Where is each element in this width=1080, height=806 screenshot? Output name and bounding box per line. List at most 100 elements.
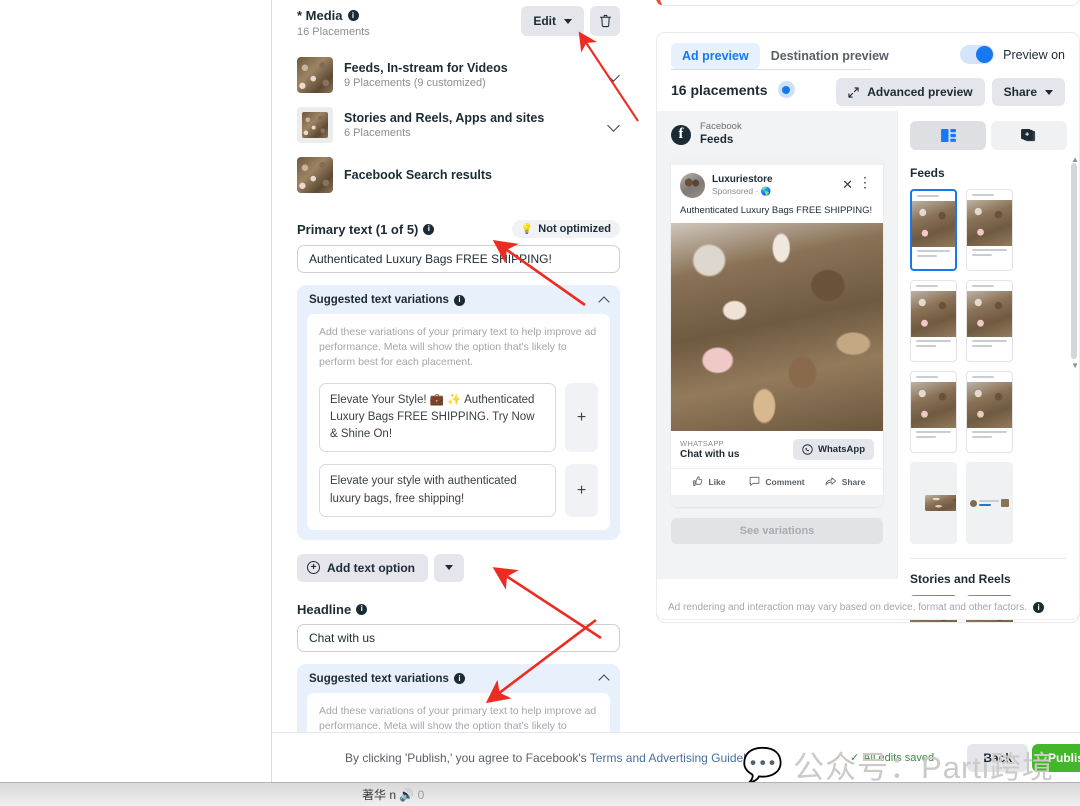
like-label: Like (708, 477, 725, 487)
thumbnail-card[interactable] (910, 280, 957, 362)
thumbnail-card[interactable] (966, 371, 1013, 453)
media-actions: Edit (521, 6, 620, 36)
publish-button[interactable]: Publish (1032, 744, 1080, 772)
scroll-down-icon[interactable]: ▼ (1071, 361, 1079, 370)
placement-thumbnail (297, 57, 333, 93)
app-root: * Media i 16 Placements Edit (0, 0, 1080, 806)
edit-button[interactable]: Edit (521, 6, 584, 36)
close-icon[interactable]: ✕ (842, 177, 853, 193)
whatsapp-cta-button[interactable]: WhatsApp (793, 439, 874, 460)
info-icon[interactable]: i (454, 673, 465, 684)
save-status: ✓ All edits saved (850, 751, 934, 764)
chevron-down-icon[interactable] (607, 119, 620, 132)
taskbar-title: 著华 n (362, 788, 396, 802)
check-icon: ✓ (850, 751, 859, 764)
advanced-preview-button[interactable]: Advanced preview (836, 78, 984, 106)
list-item[interactable]: Stories and Reels, Apps and sites 6 Plac… (297, 100, 620, 150)
taskbar: 著华 n 🔊 0 (0, 782, 1080, 806)
placements-bar: 16 placements Advanced preview Share (657, 69, 1079, 111)
suggestions-description: Add these variations of your primary tex… (319, 325, 598, 371)
info-icon[interactable]: i (348, 10, 359, 21)
add-suggestion-button[interactable]: + (565, 383, 598, 453)
add-suggestion-button[interactable]: + (565, 464, 598, 517)
placement-text: Stories and Reels, Apps and sites 6 Plac… (344, 111, 544, 139)
platform-header: f Facebook Feeds (671, 122, 883, 147)
speaker-icon[interactable]: 🔊 (399, 788, 414, 802)
chevron-down-icon (445, 565, 453, 570)
tab-ad-preview[interactable]: Ad preview (671, 43, 760, 69)
suggestions-header[interactable]: Suggested text variations i (307, 673, 610, 693)
ad-card: Luxuriestore Sponsored · 🌎 ✕ ⋮ Authentic… (671, 156, 883, 507)
thumbnail-card[interactable] (966, 462, 1013, 544)
scroll-up-icon[interactable]: ▲ (1071, 155, 1079, 164)
share-action-button[interactable]: Share (811, 476, 879, 487)
list-item-title: Feeds, In-stream for Videos (344, 61, 508, 75)
thumbnail-card[interactable] (966, 280, 1013, 362)
comment-icon (749, 476, 760, 487)
advanced-preview-label: Advanced preview (867, 85, 972, 99)
chevron-up-icon[interactable] (598, 296, 609, 307)
ad-primary-text: Authenticated Luxury Bags FREE SHIPPING! (671, 200, 883, 223)
footer-bar: By clicking 'Publish,' you agree to Face… (273, 732, 1080, 782)
whatsapp-cta-label: WhatsApp (818, 444, 865, 455)
primary-text-suggestions: Suggested text variations i Add these va… (297, 285, 620, 540)
stacked-cards-icon (1021, 129, 1037, 143)
info-icon[interactable]: i (423, 224, 434, 235)
suggestion-text[interactable]: Elevate your style with authenticated lu… (319, 464, 556, 517)
status-badge: 💡 Not optimized (512, 220, 620, 238)
thumbnails-scrollbar[interactable] (1071, 163, 1077, 359)
headline-header: Headline i (297, 602, 620, 617)
more-options-icon[interactable]: ⋮ (858, 174, 872, 191)
chevron-up-icon[interactable] (598, 675, 609, 686)
info-icon[interactable]: i (1033, 602, 1044, 613)
list-item[interactable]: Facebook Search results (297, 150, 620, 200)
save-status-label: All edits saved (863, 752, 934, 764)
ad-creative-image (671, 223, 883, 431)
primary-text-label-group: Primary text (1 of 5) i (297, 222, 434, 237)
cta-headline: Chat with us (680, 449, 739, 460)
placements-bar-actions: Advanced preview Share (836, 78, 1065, 106)
share-button[interactable]: Share (992, 78, 1065, 106)
placement-text: Feeds, In-stream for Videos 9 Placements… (344, 61, 508, 89)
info-icon[interactable]: i (356, 604, 367, 615)
info-icon[interactable]: i (454, 295, 465, 306)
media-label: * Media (297, 8, 343, 23)
back-button[interactable]: Back (967, 744, 1028, 772)
suggestion-row: Elevate Your Style! 💼 ✨ Authenticated Lu… (319, 383, 598, 453)
primary-text-input[interactable]: Authenticated Luxury Bags FREE SHIPPING! (297, 245, 620, 273)
platform-surface: Feeds (700, 133, 742, 147)
add-text-option-button[interactable]: + Add text option (297, 554, 428, 582)
sponsored-text: Sponsored · (712, 186, 758, 196)
delete-button[interactable] (590, 6, 620, 36)
taskbar-label: 著华 n 🔊 0 (362, 786, 424, 803)
thumbnail-card[interactable] (910, 189, 957, 271)
chevron-down-icon (1045, 90, 1053, 95)
chevron-down-icon[interactable] (607, 69, 620, 82)
add-text-option-row: + Add text option (297, 554, 620, 582)
feeds-thumbnail-grid (910, 189, 1067, 544)
add-text-option-dropdown[interactable] (434, 554, 464, 582)
like-button[interactable]: Like (675, 476, 743, 487)
grid-view-button[interactable] (910, 121, 986, 150)
see-variations-button[interactable]: See variations (671, 518, 883, 544)
list-item[interactable]: Feeds, In-stream for Videos 9 Placements… (297, 50, 620, 100)
preview-toggle[interactable] (960, 45, 994, 64)
thumbnail-card[interactable] (966, 189, 1013, 271)
thumbnail-card[interactable] (910, 462, 957, 544)
terms-link[interactable]: Terms and Advertising Guidelines. (590, 751, 771, 765)
preview-toggle-group: Preview on (960, 45, 1065, 64)
suggestions-header[interactable]: Suggested text variations i (307, 294, 610, 314)
suggestion-text[interactable]: Elevate Your Style! 💼 ✨ Authenticated Lu… (319, 383, 556, 453)
headline-label: Headline (297, 602, 351, 617)
headline-input[interactable]: Chat with us (297, 624, 620, 652)
ad-cta-row: WHATSAPP Chat with us WhatsApp (671, 431, 883, 469)
preview-tabs: Ad preview Destination preview Preview o… (657, 33, 1079, 69)
comment-button[interactable]: Comment (743, 476, 811, 487)
left-empty-pane (0, 0, 272, 782)
tab-destination-preview[interactable]: Destination preview (760, 43, 900, 69)
notification-dot-icon (778, 81, 795, 98)
ad-card-bottom-spacer (671, 495, 883, 507)
globe-icon: 🌎 (761, 186, 772, 196)
thumbnail-card[interactable] (910, 371, 957, 453)
stacked-view-button[interactable] (991, 121, 1067, 150)
